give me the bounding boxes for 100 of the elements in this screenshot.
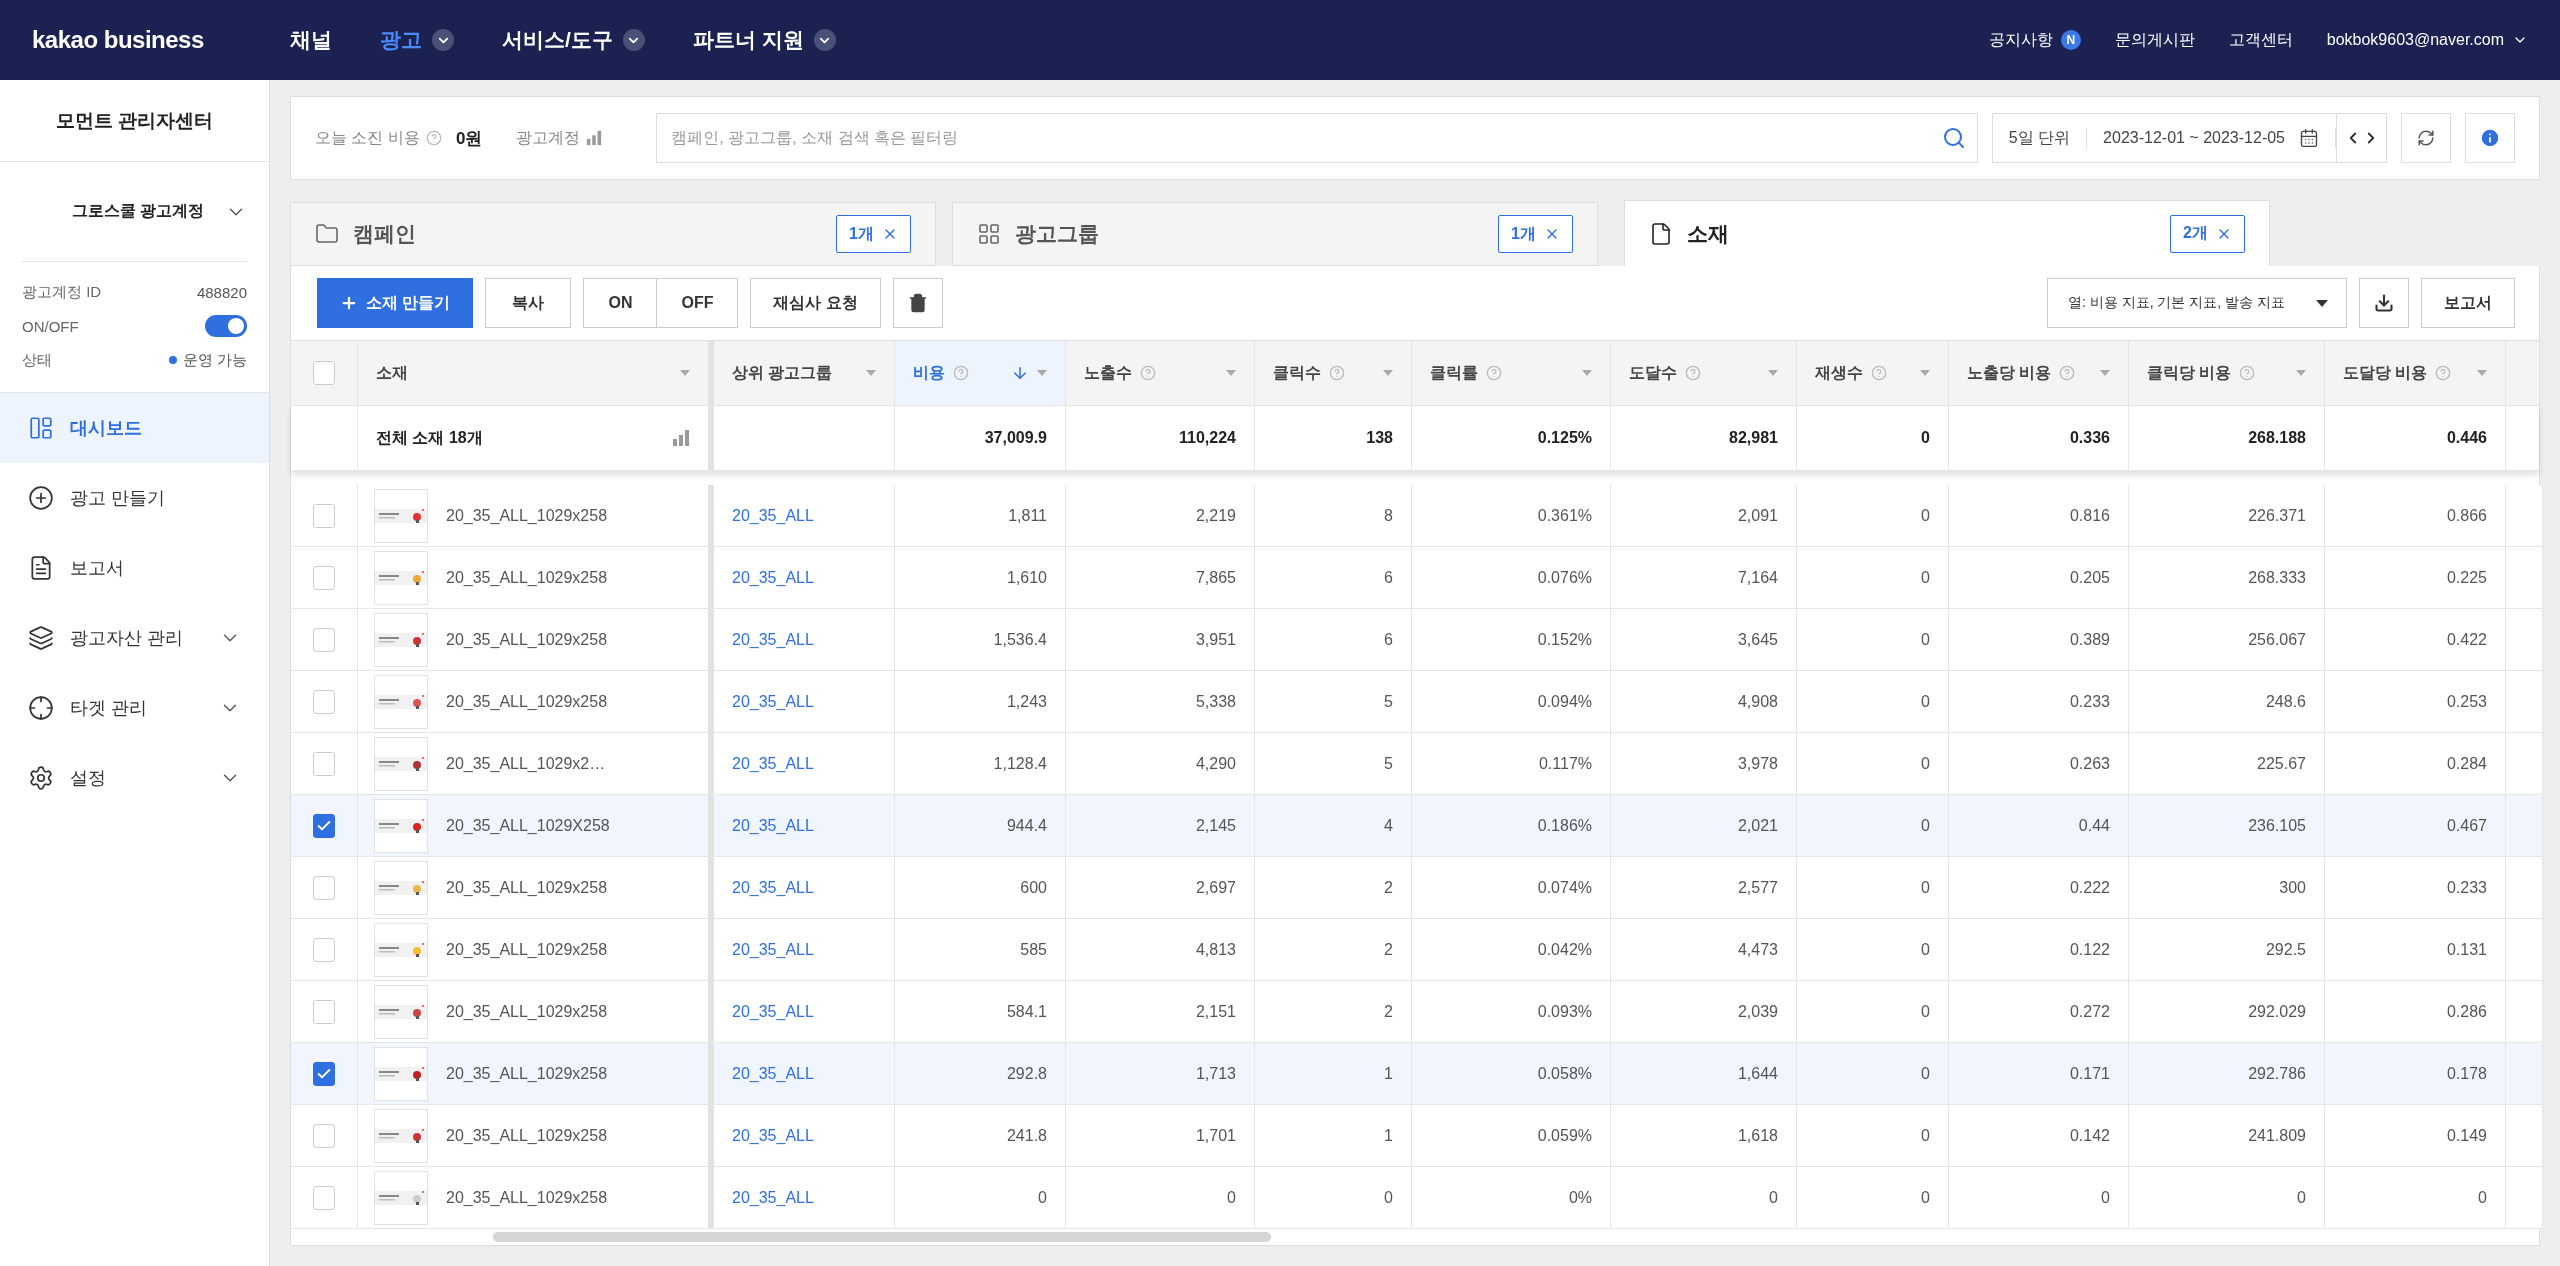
report-button[interactable]: 보고서 — [2421, 278, 2515, 328]
table-cell: 6 — [1384, 630, 1393, 649]
table-cell: 2 — [1384, 1002, 1393, 1021]
sidebar-title: 모먼트 관리자센터 — [0, 80, 269, 162]
caret-icon[interactable] — [1920, 370, 1930, 376]
search-icon[interactable] — [1941, 126, 1966, 150]
ad-group-link[interactable]: 20_35_ALL — [732, 816, 814, 835]
ad-group-link[interactable]: 20_35_ALL — [732, 1126, 814, 1145]
top-link[interactable]: 공지사항 N — [1988, 29, 2081, 51]
caret-icon[interactable] — [1226, 370, 1236, 376]
table-cell: 0.186% — [1537, 816, 1592, 835]
delete-button[interactable] — [892, 278, 943, 328]
table-cell: 225.67 — [2257, 754, 2306, 773]
row-checkbox[interactable] — [313, 565, 335, 590]
chevron-down-icon — [622, 29, 645, 51]
ad-group-link[interactable]: 20_35_ALL — [732, 940, 814, 959]
ad-group-link[interactable]: 20_35_ALL — [732, 692, 814, 711]
ad-group-link[interactable]: 20_35_ALL — [732, 754, 814, 773]
sidebar-item[interactable]: 설정 — [0, 743, 269, 813]
on-button[interactable]: ON — [583, 278, 658, 328]
ad-group-link[interactable]: 20_35_ALL — [732, 878, 814, 897]
logo[interactable]: kakao business — [32, 26, 290, 54]
caret-icon[interactable] — [1768, 370, 1778, 376]
bar-chart-icon[interactable] — [672, 429, 690, 447]
row-checkbox[interactable] — [313, 1185, 335, 1210]
user-menu[interactable]: bokbok9603@naver.com — [2326, 31, 2528, 49]
row-checkbox[interactable] — [313, 751, 335, 776]
review-button[interactable]: 재심사 요청 — [750, 278, 881, 328]
tab[interactable]: 광고그룹 1개 — [952, 202, 1598, 266]
ad-group-link[interactable]: 20_35_ALL — [732, 1064, 814, 1083]
columns-dropdown[interactable]: 열: 비용 지표, 기본 지표, 발송 지표 — [2047, 278, 2347, 328]
period-selector[interactable]: 5일 단위 — [1992, 127, 2088, 149]
on-off-toggle[interactable] — [205, 315, 247, 337]
tab[interactable]: 소재 2개 — [1624, 200, 2270, 266]
row-checkbox[interactable] — [313, 689, 335, 714]
row-checkbox[interactable] — [313, 875, 335, 900]
caret-icon[interactable] — [1582, 370, 1592, 376]
copy-button[interactable]: 복사 — [485, 278, 572, 328]
row-checkbox[interactable] — [313, 1123, 335, 1148]
nav-menu[interactable]: 서비스/도구 — [502, 26, 645, 54]
tab[interactable]: 캠페인 1개 — [290, 202, 936, 266]
column-header[interactable]: 클릭률 — [1412, 341, 1611, 405]
sidebar-item[interactable]: 보고서 — [0, 533, 269, 603]
row-checkbox[interactable] — [313, 503, 335, 528]
row-checkbox[interactable] — [313, 937, 335, 962]
column-header[interactable]: 비용 — [895, 341, 1066, 405]
caret-icon[interactable] — [866, 370, 876, 376]
table-cell: 0.093% — [1537, 1002, 1592, 1021]
search-field[interactable]: 캠페인, 광고그룹, 소재 검색 혹은 필터링 — [656, 113, 1978, 163]
count-chip[interactable]: 2개 — [2170, 214, 2245, 253]
caret-icon[interactable] — [1037, 370, 1047, 376]
top-link[interactable]: 문의게시판 — [2114, 29, 2195, 51]
nav-menu[interactable]: 파트너 지원 — [692, 26, 836, 54]
count-chip[interactable]: 1개 — [1498, 215, 1573, 253]
caret-icon[interactable] — [680, 370, 690, 376]
refresh-button[interactable] — [2401, 113, 2451, 163]
ad-group-link[interactable]: 20_35_ALL — [732, 1002, 814, 1021]
folder-icon — [315, 222, 339, 246]
row-checkbox[interactable] — [313, 627, 335, 652]
top-link[interactable]: 고객센터 — [2228, 29, 2293, 51]
ad-group-link[interactable]: 20_35_ALL — [732, 1188, 814, 1207]
select-all-checkbox[interactable] — [313, 361, 335, 385]
bar-chart-icon[interactable] — [586, 130, 603, 146]
caret-icon[interactable] — [2100, 370, 2110, 376]
table-cell: 1,536.4 — [993, 630, 1047, 649]
caret-icon — [2316, 299, 2328, 307]
ad-group-link[interactable]: 20_35_ALL — [732, 506, 814, 525]
nav-menu[interactable]: 광고 — [380, 26, 454, 54]
account-label[interactable]: 광고계정 — [516, 127, 603, 149]
create-button[interactable]: 소재 만들기 — [317, 278, 474, 328]
column-header[interactable]: 도달당 비용 — [2325, 341, 2506, 405]
off-button[interactable]: OFF — [656, 278, 739, 328]
row-checkbox[interactable] — [313, 1061, 335, 1086]
sidebar-item[interactable]: 타겟 관리 — [0, 673, 269, 743]
nav-menu[interactable]: 채널 — [290, 26, 332, 54]
table-cell: 3,645 — [1737, 630, 1778, 649]
ad-group-link[interactable]: 20_35_ALL — [732, 630, 814, 649]
count-chip[interactable]: 1개 — [836, 215, 911, 253]
caret-icon[interactable] — [1383, 370, 1393, 376]
sidebar-item[interactable]: 대시보드 — [0, 393, 269, 463]
sidebar-item[interactable]: 광고자산 관리 — [0, 603, 269, 673]
table-cell: 0.142 — [2069, 1126, 2110, 1145]
column-header[interactable]: 노출수 — [1066, 341, 1255, 405]
ad-group-link[interactable]: 20_35_ALL — [732, 568, 814, 587]
account-dropdown[interactable]: 그로스쿨 광고계정 — [22, 162, 247, 262]
column-header[interactable]: 클릭수 — [1255, 341, 1412, 405]
layers-icon — [28, 625, 54, 651]
column-header[interactable]: 클릭당 비용 — [2129, 341, 2325, 405]
caret-icon[interactable] — [2296, 370, 2306, 376]
scrollbar[interactable] — [493, 1232, 1271, 1242]
caret-icon[interactable] — [2477, 370, 2487, 376]
sidebar-item[interactable]: 광고 만들기 — [0, 463, 269, 533]
column-header[interactable]: 노출당 비용 — [1949, 341, 2129, 405]
row-checkbox[interactable] — [313, 813, 335, 838]
row-checkbox[interactable] — [313, 999, 335, 1024]
column-header[interactable]: 재생수 — [1797, 341, 1949, 405]
info-button[interactable] — [2465, 113, 2515, 163]
download-button[interactable] — [2359, 278, 2409, 328]
summary-cell: 110,224 — [1179, 429, 1236, 447]
column-header[interactable]: 도달수 — [1611, 341, 1797, 405]
